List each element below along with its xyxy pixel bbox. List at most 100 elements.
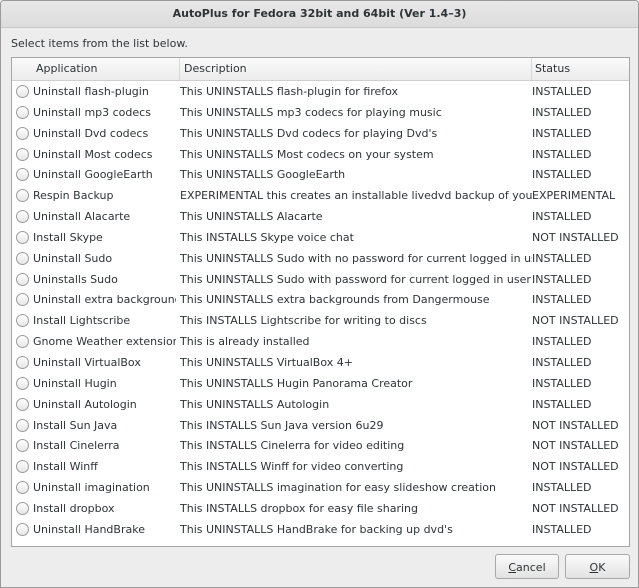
description-cell: EXPERIMENTAL this creates an installable…	[180, 189, 532, 203]
status-cell: NOT INSTALLED	[532, 230, 619, 244]
column-header-description[interactable]: Description	[180, 58, 532, 80]
radio-button-icon[interactable]	[16, 439, 29, 453]
status-cell: INSTALLED	[532, 85, 592, 98]
radio-button-icon[interactable]	[16, 210, 29, 224]
list-item[interactable]: Install Skype This INSTALLS Skype voice c…	[12, 227, 629, 248]
description-cell: This UNINSTALLS Autologin	[180, 397, 330, 411]
application-cell: Uninstall GoogleEarth	[33, 168, 153, 182]
description-cell: This UNINSTALLS Dvd codecs for playing D…	[180, 126, 438, 140]
list-item[interactable]: Uninstalls Sudo This UNINSTALLS Sudo with…	[12, 269, 629, 290]
column-header-status[interactable]: Status	[532, 58, 629, 80]
application-cell: Uninstall Most codecs	[33, 147, 153, 161]
list-item[interactable]: Gnome Weather extension This is already i…	[12, 331, 629, 352]
list-item[interactable]: Uninstall GoogleEarth This UNINSTALLS Goo…	[12, 164, 629, 185]
application-cell: Uninstall Hugin	[33, 376, 117, 390]
list-item[interactable]: Install Sun Java This INSTALLS Sun Java v…	[12, 415, 629, 436]
list-item[interactable]: Uninstall Most codecs This UNINSTALLS Mos…	[12, 144, 629, 165]
application-cell: Install Winff	[33, 460, 98, 474]
radio-button-icon[interactable]	[16, 418, 29, 432]
list-header: Application Description Status	[12, 58, 629, 81]
status-cell: INSTALLED	[532, 168, 592, 182]
description-cell: This UNINSTALLS GoogleEarth	[180, 168, 346, 182]
radio-button-icon[interactable]	[16, 272, 29, 286]
list-item[interactable]: Uninstall Dvd codecs This UNINSTALLS Dvd …	[12, 123, 629, 144]
application-cell: Uninstall VirtualBox	[33, 355, 141, 369]
application-cell: Gnome Weather extension	[33, 335, 176, 349]
radio-button-icon[interactable]	[16, 105, 29, 119]
application-cell: Uninstall Alacarte	[33, 210, 131, 224]
application-cell: Respin Backup	[33, 189, 114, 203]
radio-button-icon[interactable]	[16, 355, 29, 369]
list-item[interactable]: Uninstall flash-plugin This UNINSTALLS fl…	[12, 81, 629, 102]
radio-button-icon[interactable]	[16, 460, 29, 474]
status-cell: NOT INSTALLED	[532, 314, 619, 328]
application-cell: Install Lightscribe	[33, 314, 131, 328]
radio-button-icon[interactable]	[16, 230, 29, 244]
status-cell: INSTALLED	[532, 251, 592, 265]
list-item[interactable]: Uninstall mp3 codecs This UNINSTALLS mp3 …	[12, 102, 629, 123]
column-header-application[interactable]: Application	[12, 58, 180, 80]
list-item[interactable]: Uninstall Autologin This UNINSTALLS Autol…	[12, 394, 629, 415]
list-item[interactable]: Uninstall imagination This UNINSTALLS ima…	[12, 477, 629, 498]
status-cell: NOT INSTALLED	[532, 418, 619, 432]
application-cell: Uninstall mp3 codecs	[33, 105, 151, 119]
list-item[interactable]: Uninstall VirtualBox This UNINSTALLS Virt…	[12, 352, 629, 373]
list-item[interactable]: Install dropbox This INSTALLS dropbox for…	[12, 498, 629, 519]
radio-button-icon[interactable]	[16, 168, 29, 182]
radio-button-icon[interactable]	[16, 397, 29, 411]
description-cell: This UNINSTALLS flash-plugin for firefox	[180, 85, 399, 98]
status-cell: NOT INSTALLED	[532, 460, 619, 474]
list-item[interactable]: Install Cinelerra This INSTALLS Cinelerra…	[12, 435, 629, 456]
description-cell: This UNINSTALLS Alacarte	[180, 210, 323, 224]
radio-button-icon[interactable]	[16, 189, 29, 203]
application-cell: Uninstalls Sudo	[33, 272, 118, 286]
description-cell: This UNINSTALLS extra backgrounds from D…	[180, 293, 490, 307]
radio-button-icon[interactable]	[16, 293, 29, 307]
radio-button-icon[interactable]	[16, 501, 29, 515]
status-cell: INSTALLED	[532, 126, 592, 140]
radio-button-icon[interactable]	[16, 522, 29, 536]
description-cell: This UNINSTALLS Sudo with password for c…	[180, 272, 531, 286]
description-cell: This UNINSTALLS mp3 codecs for playing m…	[180, 105, 442, 119]
cancel-button[interactable]: Cancel	[495, 554, 559, 579]
status-cell: INSTALLED	[532, 105, 592, 119]
radio-button-icon[interactable]	[16, 335, 29, 349]
ok-label: K	[598, 561, 606, 574]
radio-button-icon[interactable]	[16, 376, 29, 390]
cancel-mnemonic: C	[508, 561, 517, 574]
description-cell: This UNINSTALLS HandBrake for backing up…	[180, 522, 453, 536]
list-item[interactable]: Respin Backup EXPERIMENTAL this creates a…	[12, 185, 629, 206]
application-cell: Uninstall extra backgrounds	[33, 293, 176, 307]
radio-button-icon[interactable]	[16, 314, 29, 328]
list-item[interactable]: Uninstall extra backgrounds This UNINSTAL…	[12, 289, 629, 310]
description-cell: This UNINSTALLS Most codecs on your syst…	[180, 147, 434, 161]
list-item[interactable]: Install Lightscribe This INSTALLS Lightsc…	[12, 310, 629, 331]
status-cell: INSTALLED	[532, 397, 592, 411]
application-cell: Uninstall Dvd codecs	[33, 126, 149, 140]
radio-button-icon[interactable]	[16, 147, 29, 161]
status-cell: NOT INSTALLED	[532, 439, 619, 453]
list-item[interactable]: Uninstall Sudo This UNINSTALLS Sudo with …	[12, 248, 629, 269]
list-item[interactable]: Uninstall Hugin This UNINSTALLS Hugin Pan…	[12, 373, 629, 394]
list-item[interactable]: Install Winff This INSTALLS Winff for vid…	[12, 456, 629, 477]
description-cell: This INSTALLS Skype voice chat	[180, 230, 354, 244]
radio-button-icon[interactable]	[16, 126, 29, 140]
status-cell: INSTALLED	[532, 522, 592, 536]
description-cell: This is already installed	[180, 335, 310, 349]
ok-button[interactable]: OK	[565, 554, 630, 579]
application-cell: Uninstall Autologin	[33, 397, 137, 411]
list-item[interactable]: Uninstall Alacarte This UNINSTALLS Alacar…	[12, 206, 629, 227]
list-rows: Uninstall flash-plugin This UNINSTALLS fl…	[12, 81, 629, 540]
radio-button-icon[interactable]	[16, 85, 29, 98]
checklist: Application Description Status Uninstall…	[11, 57, 630, 547]
status-cell: EXPERIMENTAL	[532, 189, 616, 203]
radio-button-icon[interactable]	[16, 251, 29, 265]
application-cell: Uninstall HandBrake	[33, 522, 145, 536]
radio-button-icon[interactable]	[16, 481, 29, 495]
status-cell: INSTALLED	[532, 210, 592, 224]
description-cell: This UNINSTALLS Hugin Panorama Creator	[180, 376, 413, 390]
application-cell: Uninstall Sudo	[33, 251, 113, 265]
list-item[interactable]: Uninstall HandBrake This UNINSTALLS HandB…	[12, 519, 629, 540]
status-cell: INSTALLED	[532, 481, 592, 495]
window-title: AutoPlus for Fedora 32bit and 64bit (Ver…	[1, 1, 638, 28]
